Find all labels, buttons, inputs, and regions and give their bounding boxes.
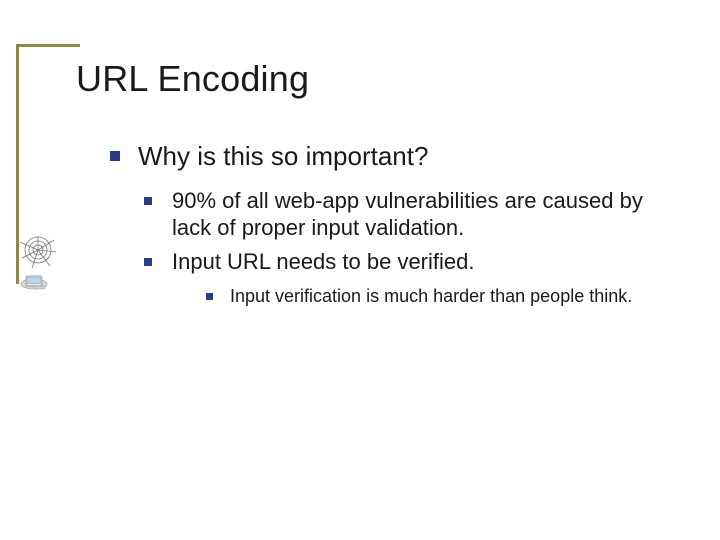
square-bullet-icon [144, 258, 152, 266]
title-rule-vertical [16, 44, 19, 284]
slide-title: URL Encoding [76, 58, 309, 100]
bullet-text: Why is this so important? [138, 141, 428, 171]
bullet-level-2: Input URL needs to be verified. [144, 248, 670, 276]
title-rule-horizontal [16, 44, 80, 47]
title-block: URL Encoding [76, 58, 309, 100]
bullet-text: Input verification is much harder than p… [230, 286, 632, 306]
spider-web-icon [20, 236, 68, 296]
content-area: Why is this so important? 90% of all web… [110, 140, 670, 308]
bullet-level-2: 90% of all web-app vulnerabilities are c… [144, 187, 670, 242]
slide: URL Encoding [0, 0, 720, 540]
square-bullet-icon [144, 197, 152, 205]
square-bullet-icon [206, 293, 213, 300]
bullet-level-1: Why is this so important? [110, 140, 670, 173]
square-bullet-icon [110, 151, 120, 161]
bullet-text: Input URL needs to be verified. [172, 249, 474, 274]
bullet-level-3: Input verification is much harder than p… [206, 285, 670, 308]
bullet-text: 90% of all web-app vulnerabilities are c… [172, 188, 643, 241]
